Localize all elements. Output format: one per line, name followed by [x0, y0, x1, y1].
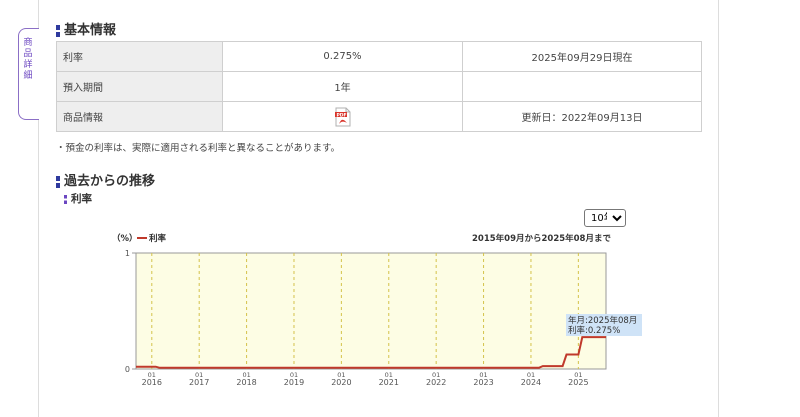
rate-subheading-text: 利率	[71, 193, 92, 205]
y-tick-label: 1	[125, 249, 130, 258]
basic-info-heading: 基本情報	[56, 19, 116, 38]
svg-text:PDF: PDF	[336, 112, 346, 118]
subheading-marker-icon	[64, 194, 67, 204]
pdf-icon[interactable]: PDF	[334, 107, 352, 127]
plot-area	[135, 252, 607, 370]
y-tick-label: 0	[125, 365, 130, 374]
row-label: 預入期間	[56, 71, 223, 102]
table-row: 預入期間 1年	[56, 71, 702, 102]
rate-history-chart: （%） 利率 2015年09月から2025年08月まで 012016012017…	[112, 233, 642, 387]
heading-marker-icon	[56, 175, 60, 188]
x-tick-year-label: 2017	[189, 378, 209, 387]
row-value: 0.275%	[222, 41, 463, 72]
legend-label: 利率	[148, 233, 167, 244]
x-tick-year-label: 2025	[568, 378, 588, 387]
table-row: 商品情報 PDF 更新日：2022年09月13日	[56, 101, 702, 132]
row-label: 商品情報	[56, 101, 223, 132]
side-tab-label: 商品詳細	[23, 38, 33, 81]
heading-marker-icon	[56, 24, 60, 37]
basic-info-table: 利率 0.275% 2025年09月29日現在 預入期間 1年 商品情報 PDF…	[56, 41, 702, 132]
x-tick-year-label: 2018	[236, 378, 256, 387]
row-extra	[462, 71, 702, 102]
history-heading-text: 過去からの推移	[64, 174, 156, 189]
history-heading: 過去からの推移	[56, 170, 155, 189]
x-tick-year-label: 2019	[284, 378, 304, 387]
row-value: PDF	[222, 101, 463, 132]
rate-disclaimer-note: ・預金の利率は、実際に適用される利率と異なることがあります。	[56, 143, 341, 154]
x-tick-year-label: 2020	[331, 378, 351, 387]
tooltip-line-1: 年月:2025年08月	[568, 315, 637, 326]
x-tick-year-label: 2022	[426, 378, 446, 387]
tooltip-line-2: 利率:0.275%	[568, 325, 620, 336]
row-extra: 更新日：2022年09月13日	[462, 101, 702, 132]
x-tick-year-label: 2024	[521, 378, 541, 387]
table-row: 利率 0.275% 2025年09月29日現在	[56, 41, 702, 72]
row-label: 利率	[56, 41, 223, 72]
y-unit-label: （%）	[112, 233, 138, 244]
x-tick-year-label: 2016	[142, 378, 162, 387]
x-tick-year-label: 2023	[473, 378, 493, 387]
rate-subheading: 利率	[64, 191, 92, 206]
basic-info-heading-text: 基本情報	[64, 23, 117, 38]
chart-range-text: 2015年09月から2025年08月まで	[472, 233, 611, 244]
row-extra: 2025年09月29日現在	[462, 41, 702, 72]
x-tick-year-label: 2021	[379, 378, 399, 387]
row-value: 1年	[222, 71, 463, 102]
period-select[interactable]: 10年	[584, 209, 626, 227]
